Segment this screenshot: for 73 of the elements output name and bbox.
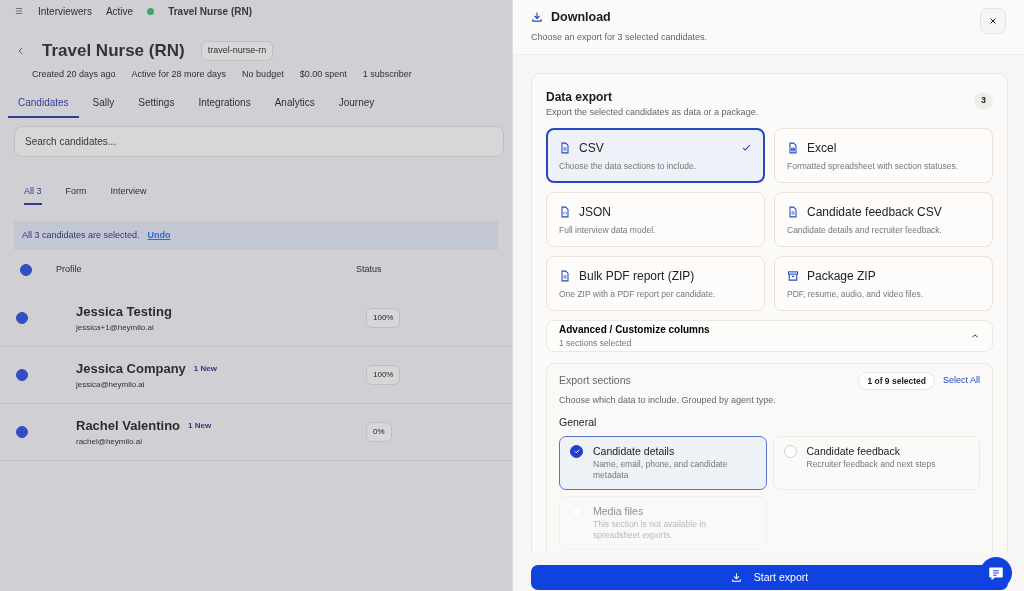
meta-item: $0.00 spent	[299, 67, 347, 81]
card-subtitle: Export the selected candidates as data or a package.	[546, 106, 759, 120]
new-label: 1 New	[188, 420, 212, 432]
row-checkbox[interactable]	[16, 312, 28, 324]
selection-message: All 3 candidates are selected.	[22, 228, 140, 242]
back-icon	[16, 45, 26, 56]
radio-check[interactable]	[570, 444, 583, 458]
meta-item: No budget	[242, 67, 284, 81]
spreadsheet-icon	[787, 141, 799, 154]
selected-count: 1 of 9 selected	[858, 371, 935, 391]
close-icon	[988, 16, 998, 26]
breadcrumb-current: Travel Nurse (RN)	[168, 4, 253, 19]
select-all-checkbox[interactable]	[20, 264, 32, 276]
section-option[interactable]: Candidate details Name, email, phone, and candidate metadata	[559, 435, 767, 490]
tab[interactable]: Candidates	[8, 89, 79, 118]
tab[interactable]: Settings	[128, 89, 185, 118]
export-option[interactable]: Bulk PDF report (ZIP) One ZIP with a PDF report per candidate.	[546, 255, 765, 311]
drawer-title: Download	[551, 9, 611, 26]
archive-icon	[787, 269, 799, 282]
slug-chip[interactable]: travel-nurse-rn	[200, 41, 274, 61]
select-all-link[interactable]: Select All	[942, 374, 980, 388]
drawer-subtitle: Choose an export for 3 selected candidates.	[531, 30, 708, 44]
check-icon	[572, 447, 581, 455]
count-badge: 3	[974, 92, 993, 110]
row-checkbox[interactable]	[16, 369, 28, 381]
status-pill: 100%	[366, 365, 401, 385]
export-option[interactable]: Candidate feedback CSV Candidate details and recruiter feedback.	[774, 191, 993, 247]
candidate-name: Rachel Valentino	[76, 417, 181, 436]
new-label: 1 New	[193, 363, 217, 375]
column-header: Status	[356, 263, 382, 277]
group-heading: General	[559, 414, 598, 430]
candidate-email: jessica@heymilo.ai	[76, 378, 146, 391]
export-option[interactable]: Package ZIP PDF, resume, audio, and video files.	[774, 255, 993, 311]
candidate-email: jessica+1@heymilo.ai	[76, 321, 155, 334]
candidate-name: Jessica Company	[76, 360, 186, 379]
filter-tab[interactable]: All 3	[24, 181, 42, 205]
filter-tab[interactable]: Interview	[110, 181, 147, 205]
page-title: Travel Nurse (RN)	[42, 40, 185, 62]
candidate-email: rachel@heymilo.ai	[76, 435, 143, 448]
tab[interactable]: Analytics	[264, 89, 325, 118]
breadcrumb-link[interactable]: Active	[105, 3, 134, 19]
start-export-button[interactable]: Start export	[531, 565, 1008, 590]
tab[interactable]: Sally	[82, 89, 125, 118]
meta-item: Active for 28 more days	[131, 67, 227, 81]
row-checkbox[interactable]	[16, 426, 28, 438]
column-header: Profile	[56, 263, 83, 277]
breadcrumb-link[interactable]: Interviewers	[38, 3, 92, 19]
menu-icon	[14, 6, 24, 16]
status-dot-icon	[147, 7, 155, 15]
status-pill: 100%	[366, 308, 401, 328]
export-option[interactable]: Excel Formatted spreadsheet with section statuses.	[774, 127, 993, 183]
search-field[interactable]: Search candidates...	[14, 126, 504, 157]
candidate-name: Jessica Testing	[76, 303, 172, 322]
chat-icon	[987, 564, 1005, 582]
document-icon	[787, 205, 799, 218]
sections-title: Export sections	[559, 373, 631, 388]
filter-tab[interactable]: Form	[65, 181, 87, 205]
section-option[interactable]: Candidate feedback Recruiter feedback and next steps	[772, 435, 980, 490]
download-icon	[531, 11, 543, 24]
meta-item: 1 subscriber	[362, 67, 412, 81]
advanced-toggle[interactable]: Advanced / Customize columns 1 sections selected	[546, 319, 993, 352]
code-file-icon	[559, 205, 571, 218]
tab[interactable]: Journey	[328, 89, 385, 118]
sections-subtitle: Choose which data to include. Grouped by agent type.	[559, 394, 777, 408]
export-option[interactable]: CSV Choose the data sections to include.	[546, 127, 765, 183]
status-pill: 0%	[366, 422, 392, 442]
download-icon	[730, 572, 742, 583]
meta-item: Created 20 days ago	[32, 67, 116, 81]
document-icon	[559, 141, 571, 154]
export-option[interactable]: JSON Full interview data model.	[546, 191, 765, 247]
document-icon	[559, 269, 571, 282]
tab[interactable]: Integrations	[188, 89, 261, 118]
card-title: Data export	[546, 89, 614, 107]
